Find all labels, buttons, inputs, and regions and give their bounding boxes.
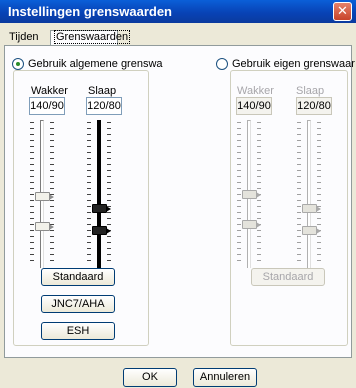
wakker-value-own: 140/90	[236, 97, 272, 115]
slaap-label-general: Slaap	[88, 85, 117, 97]
slaap-diastolic-thumb[interactable]	[92, 226, 111, 235]
wakker-value-general: 140/90	[29, 97, 65, 115]
slaap-track-own	[307, 120, 311, 268]
wakker-label-general: Wakker	[31, 85, 68, 97]
slaap-ticks-right	[107, 122, 111, 266]
window-title: Instellingen grenswaarden	[8, 4, 172, 19]
settings-dialog: Instellingen grenswaarden ✕ Tijden Grens…	[0, 0, 356, 388]
wakker-ticks-left	[30, 122, 34, 266]
slaap-slider-general[interactable]	[84, 120, 114, 268]
wakker-own-ticks-left	[237, 122, 241, 266]
radio-own-label: Gebruik eigen grenswaar	[232, 58, 355, 70]
wakker-own-systolic-thumb	[242, 190, 261, 199]
cancel-button[interactable]: Annuleren	[193, 368, 257, 387]
slaap-own-ticks-left	[297, 122, 301, 266]
wakker-systolic-thumb[interactable]	[35, 192, 54, 201]
slaap-own-diastolic-thumb	[302, 226, 321, 235]
close-icon: ✕	[337, 3, 348, 18]
slaap-value-own: 120/80	[296, 97, 332, 115]
radio-general-thresholds[interactable]: Gebruik algemene grenswa	[12, 57, 163, 71]
slaap-track-general	[97, 120, 101, 268]
tab-grenswaarden[interactable]: Grenswaarden	[50, 30, 131, 46]
tab-tijden[interactable]: Tijden	[6, 31, 46, 45]
slaap-own-systolic-thumb	[302, 204, 321, 213]
slaap-value-general: 120/80	[86, 97, 122, 115]
radio-own-thresholds[interactable]: Gebruik eigen grenswaar	[216, 57, 355, 71]
slaap-systolic-thumb[interactable]	[92, 204, 111, 213]
slaap-slider-own	[294, 120, 324, 268]
wakker-slider-own	[234, 120, 264, 268]
radio-general-label: Gebruik algemene grenswa	[28, 58, 163, 70]
slaap-own-ticks-right	[317, 122, 321, 266]
wakker-diastolic-thumb[interactable]	[35, 222, 54, 231]
radio-own-control[interactable]	[216, 58, 228, 70]
standaard-own-button: Standaard	[251, 268, 325, 286]
tab-grenswaarden-label: Grenswaarden	[54, 30, 131, 44]
jnc7-aha-button[interactable]: JNC7/AHA	[41, 295, 115, 313]
slaap-label-own: Slaap	[296, 85, 325, 97]
close-button[interactable]: ✕	[333, 2, 352, 21]
wakker-own-diastolic-thumb	[242, 220, 261, 229]
wakker-slider-general[interactable]	[27, 120, 57, 268]
standaard-button[interactable]: Standaard	[41, 268, 115, 286]
wakker-label-own: Wakker	[237, 85, 274, 97]
ok-button[interactable]: OK	[123, 368, 177, 387]
slaap-ticks-left	[87, 122, 91, 266]
title-bar[interactable]: Instellingen grenswaarden ✕	[0, 0, 356, 23]
esh-button[interactable]: ESH	[41, 322, 115, 340]
radio-general-control[interactable]	[12, 58, 24, 70]
